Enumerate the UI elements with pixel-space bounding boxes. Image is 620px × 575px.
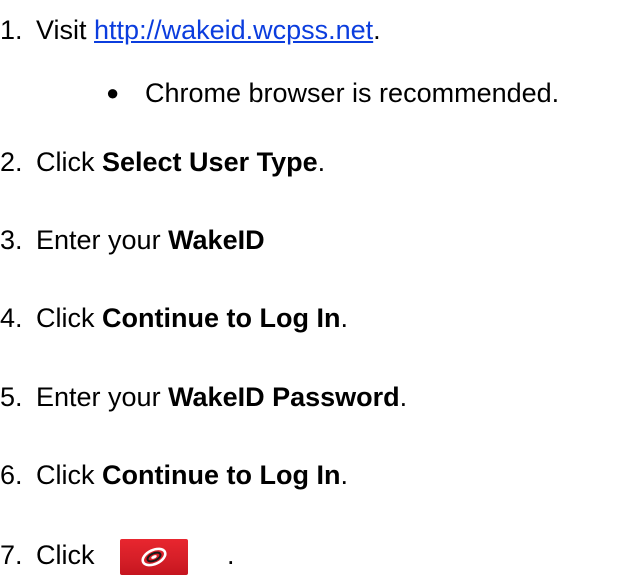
step-text: Click Select User Type. bbox=[36, 146, 325, 178]
step-number: 1. bbox=[0, 15, 23, 45]
bullet-icon: ● bbox=[106, 80, 120, 105]
hurricanes-logo-icon[interactable] bbox=[120, 539, 188, 575]
step-text: Visit http://wakeid.wcpss.net. bbox=[36, 14, 381, 46]
step-text: Click Continue to Log In. bbox=[36, 459, 348, 491]
step-prefix: Visit bbox=[36, 15, 95, 45]
step-bold: Continue to Log In bbox=[102, 460, 341, 490]
step-text: Enter your WakeID bbox=[36, 224, 265, 256]
step-suffix: . bbox=[340, 303, 348, 333]
step-bold: Continue to Log In bbox=[102, 303, 341, 333]
step-bold: WakeID bbox=[168, 225, 265, 255]
step-prefix: Click bbox=[36, 147, 102, 177]
step-bold: WakeID Password bbox=[168, 382, 400, 412]
step-number: 3. bbox=[0, 225, 23, 255]
step-text: Click Continue to Log In. bbox=[36, 302, 348, 334]
step-prefix: Click bbox=[36, 460, 102, 490]
step-prefix: Click bbox=[36, 303, 102, 333]
step-text: Enter your WakeID Password. bbox=[36, 381, 407, 413]
step-7: 7. Click . bbox=[0, 531, 300, 575]
bullet-text: Chrome browser is recommended. bbox=[145, 78, 560, 108]
step-number: 2. bbox=[0, 147, 23, 177]
wakeid-link[interactable]: http://wakeid.wcpss.net bbox=[94, 15, 373, 45]
step-bold: Select User Type bbox=[102, 147, 318, 177]
step-prefix: Enter your bbox=[36, 382, 169, 412]
step-suffix: . bbox=[340, 460, 348, 490]
step-suffix: . bbox=[227, 540, 235, 570]
step-suffix: . bbox=[399, 382, 408, 412]
step-number: 4. bbox=[0, 303, 23, 333]
step-number: 6. bbox=[0, 460, 23, 490]
step-suffix: . bbox=[373, 15, 381, 45]
step-number: 7. bbox=[0, 540, 23, 570]
step-prefix: Enter your bbox=[36, 225, 169, 255]
step-suffix: . bbox=[317, 147, 326, 177]
step-prefix: Click bbox=[36, 540, 95, 570]
step-number: 5. bbox=[0, 382, 23, 412]
